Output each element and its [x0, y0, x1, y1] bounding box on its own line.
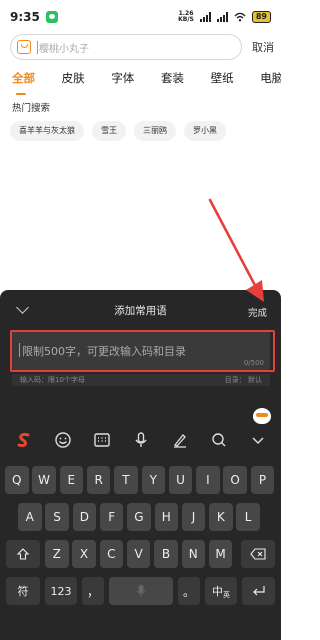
search-placeholder: 樱桃小丸子	[39, 43, 89, 55]
key-i[interactable]: I	[196, 466, 220, 494]
signal-icon-2	[216, 12, 228, 22]
wifi-icon	[234, 12, 246, 22]
language-current: 中	[212, 585, 223, 598]
key-g[interactable]: G	[127, 503, 151, 531]
annotation-highlight-box	[10, 330, 275, 372]
tab-skins[interactable]: 皮肤	[62, 70, 85, 86]
key-row-3: ZXCVBNM	[0, 540, 281, 568]
emoji-icon[interactable]	[52, 429, 74, 451]
key-row-1: QWERTYUIOP	[0, 466, 281, 494]
enter-icon	[252, 586, 265, 596]
key-j[interactable]: J	[181, 503, 206, 531]
tab-wallpapers[interactable]: 壁纸	[211, 70, 234, 86]
battery-icon: 89	[251, 11, 271, 23]
number-key[interactable]: 123	[45, 577, 77, 605]
key-row-2: ASDFGHJKL	[0, 503, 281, 531]
key-n[interactable]: N	[181, 540, 205, 568]
network-speed: 1.26 KB/S	[178, 10, 194, 23]
key-q[interactable]: Q	[5, 466, 29, 494]
period-key[interactable]: 。	[178, 577, 200, 605]
hot-tag[interactable]: 三丽鸥	[134, 121, 176, 141]
key-w[interactable]: W	[32, 466, 56, 494]
search-row: 樱桃小丸子 取消	[10, 34, 274, 60]
shift-key[interactable]	[6, 540, 40, 568]
search-icon[interactable]	[208, 429, 230, 451]
key-x[interactable]: X	[72, 540, 96, 568]
tab-bundles[interactable]: 套装	[161, 70, 184, 86]
comma-key[interactable]: ，	[82, 577, 104, 605]
key-v[interactable]: V	[126, 540, 151, 568]
key-m[interactable]: M	[208, 540, 233, 568]
keyboard-toolbar	[0, 422, 281, 458]
sogou-logo-icon[interactable]	[13, 429, 35, 451]
hot-tag[interactable]: 罗小黑	[184, 121, 226, 141]
key-row-4: 符 123 ， 。 中英	[0, 577, 281, 605]
key-u[interactable]: U	[168, 466, 193, 494]
key-d[interactable]: D	[72, 503, 97, 531]
hot-search-tags: 喜羊羊与灰太狼 雪王 三丽鸥 罗小黑	[10, 121, 226, 141]
key-z[interactable]: Z	[45, 540, 69, 568]
hot-tag[interactable]: 喜羊羊与灰太狼	[10, 121, 84, 141]
hot-search-title: 热门搜索	[12, 103, 51, 114]
symbol-key[interactable]: 符	[6, 577, 40, 605]
input-code-field[interactable]: 输入码：限10个字母	[20, 375, 85, 385]
done-button[interactable]: 完成	[248, 305, 267, 319]
phrase-meta-row: 输入码：限10个字母 目录： 默认	[12, 374, 270, 386]
key-l[interactable]: L	[236, 503, 260, 531]
tab-all[interactable]: 全部	[12, 70, 35, 86]
key-h[interactable]: H	[154, 503, 178, 531]
hot-tag[interactable]: 雪王	[92, 121, 126, 141]
keyboard-icon[interactable]	[91, 429, 113, 451]
active-tab-indicator	[16, 93, 26, 95]
enter-key[interactable]	[242, 577, 275, 605]
category-field[interactable]: 目录： 默认	[225, 375, 262, 385]
tab-fonts[interactable]: 字体	[111, 70, 134, 86]
backspace-icon	[250, 548, 266, 560]
text-cursor	[37, 40, 38, 54]
key-b[interactable]: B	[154, 540, 178, 568]
key-e[interactable]: E	[59, 466, 84, 494]
backspace-key[interactable]	[241, 540, 275, 568]
category-tabs: 全部 皮肤 字体 套装 壁纸 电脑端皮	[12, 70, 281, 88]
key-t[interactable]: T	[114, 466, 138, 494]
handwriting-icon[interactable]	[169, 429, 191, 451]
panel-header: 添加常用语 完成	[0, 290, 281, 330]
key-o[interactable]: O	[223, 466, 247, 494]
language-alt: 英	[223, 591, 230, 599]
wechat-notification-icon	[45, 11, 58, 23]
status-bar: 9:35 1.26 KB/S 89	[0, 0, 281, 34]
key-s[interactable]: S	[45, 503, 69, 531]
key-f[interactable]: F	[99, 503, 124, 531]
chevron-down-icon[interactable]	[16, 301, 29, 314]
shop-bag-icon	[17, 40, 31, 54]
status-time: 9:35	[10, 10, 40, 24]
key-k[interactable]: K	[209, 503, 233, 531]
cancel-button[interactable]: 取消	[252, 39, 274, 55]
signal-icon	[199, 12, 211, 22]
key-a[interactable]: A	[18, 503, 42, 531]
space-key[interactable]	[109, 577, 173, 605]
collapse-keyboard-icon[interactable]	[247, 429, 269, 451]
key-y[interactable]: Y	[141, 466, 165, 494]
shift-icon	[16, 548, 30, 560]
language-switch-key[interactable]: 中英	[205, 577, 237, 605]
tab-pc-skins[interactable]: 电脑端皮	[260, 70, 281, 86]
microphone-icon[interactable]	[130, 429, 152, 451]
panel-title: 添加常用语	[114, 304, 167, 317]
key-p[interactable]: P	[250, 466, 275, 494]
key-c[interactable]: C	[99, 540, 124, 568]
key-r[interactable]: R	[86, 466, 111, 494]
microphone-icon	[136, 585, 146, 597]
search-input[interactable]: 樱桃小丸子	[10, 34, 242, 60]
